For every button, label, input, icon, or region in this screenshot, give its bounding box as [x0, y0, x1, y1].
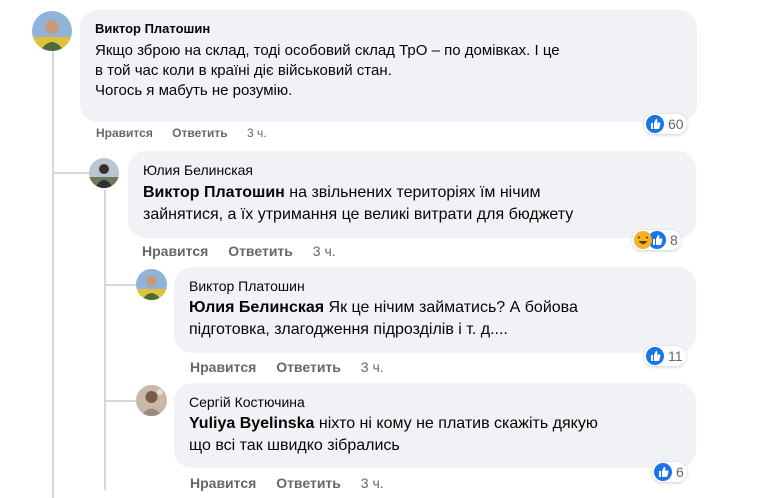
- thread-line: [104, 190, 106, 490]
- reaction-summary[interactable]: 8: [632, 230, 681, 250]
- comment-author[interactable]: Юлия Белинская: [143, 162, 681, 178]
- like-icon: [654, 463, 672, 481]
- mention-link[interactable]: Юлия Белинская: [189, 299, 324, 316]
- comment-actions: Нравится Ответить 3 ч.: [96, 125, 267, 141]
- comment-actions: Нравится Ответить 3 ч.: [142, 243, 336, 259]
- reaction-summary[interactable]: 6: [652, 462, 687, 482]
- reply-button[interactable]: Ответить: [228, 243, 293, 259]
- like-button[interactable]: Нравится: [190, 359, 256, 375]
- comment-text: Виктор Платошин на звільнених територіях…: [143, 182, 681, 226]
- comment-bubble: Виктор Платошин Якщо зброю на склад, тод…: [80, 10, 697, 122]
- comment-bubble: Виктор Платошин Юлия Белинская Як це ніч…: [174, 267, 696, 353]
- mention-link[interactable]: Виктор Платошин: [143, 184, 285, 201]
- reaction-summary[interactable]: 11: [644, 346, 686, 366]
- comment-timestamp[interactable]: 3 ч.: [313, 243, 336, 259]
- comment-text-line: зайнятися, а їх утримання це великі витр…: [143, 206, 574, 223]
- like-button[interactable]: Нравится: [190, 475, 256, 491]
- comment-text: Якщо зброю на склад, тоді особовий склад…: [95, 41, 682, 101]
- avatar[interactable]: [89, 158, 119, 188]
- comment-text-line: Чогось я мабуть не розумію.: [95, 82, 293, 99]
- like-icon: [646, 347, 664, 365]
- thread-connector: [106, 284, 138, 286]
- like-button[interactable]: Нравится: [96, 126, 153, 140]
- thread-connector: [106, 400, 138, 402]
- comment-bubble: Сергій Костючина Yuliya Byelinska ніхто …: [174, 383, 696, 468]
- comment-author[interactable]: Виктор Платошин: [189, 278, 681, 294]
- like-icon: [646, 115, 664, 133]
- comment-text-line: Якщо зброю на склад, тоді особовий склад…: [95, 42, 560, 59]
- reaction-count: 11: [668, 348, 683, 364]
- comment-text-line: Yuliya Byelinska ніхто ні кому не платив…: [189, 415, 598, 432]
- reaction-count: 6: [676, 464, 684, 480]
- comment-text-line: в той час коли в країні діє військовий с…: [95, 62, 392, 79]
- comment-text-line: Юлия Белинская Як це нічим займатись? А …: [189, 299, 578, 316]
- comment-text: Yuliya Byelinska ніхто ні кому не платив…: [189, 413, 681, 457]
- avatar[interactable]: [136, 269, 167, 300]
- comment-bubble: Юлия Белинская Виктор Платошин на звільн…: [128, 151, 696, 238]
- thread-connector: [54, 172, 90, 174]
- comment-timestamp[interactable]: 3 ч.: [361, 475, 384, 491]
- comment-text: Юлия Белинская Як це нічим займатись? А …: [189, 297, 681, 341]
- comment-author[interactable]: Виктор Платошин: [95, 21, 682, 37]
- comment-actions: Нравится Ответить 3 ч.: [190, 475, 384, 491]
- thread-line: [52, 50, 54, 498]
- comment-timestamp[interactable]: 3 ч.: [247, 126, 267, 140]
- avatar[interactable]: [136, 385, 167, 416]
- reaction-count: 8: [670, 232, 678, 248]
- comment-text-line: підготовка, злагодження підрозділів і т.…: [189, 321, 508, 338]
- reaction-summary[interactable]: 60: [644, 114, 687, 134]
- comment-timestamp[interactable]: 3 ч.: [361, 359, 384, 375]
- like-button[interactable]: Нравится: [142, 243, 208, 259]
- reply-button[interactable]: Ответить: [276, 359, 341, 375]
- reply-button[interactable]: Ответить: [172, 126, 227, 140]
- comment-actions: Нравится Ответить 3 ч.: [190, 359, 384, 375]
- avatar[interactable]: [32, 11, 72, 51]
- reaction-count: 60: [668, 116, 684, 132]
- comment-text-line: що всі так швидко зібрались: [189, 437, 400, 454]
- haha-icon: [634, 231, 652, 249]
- reply-button[interactable]: Ответить: [276, 475, 341, 491]
- comment-text-line: Виктор Платошин на звільнених територіях…: [143, 184, 541, 201]
- comment-author[interactable]: Сергій Костючина: [189, 394, 681, 410]
- mention-link[interactable]: Yuliya Byelinska: [189, 415, 314, 432]
